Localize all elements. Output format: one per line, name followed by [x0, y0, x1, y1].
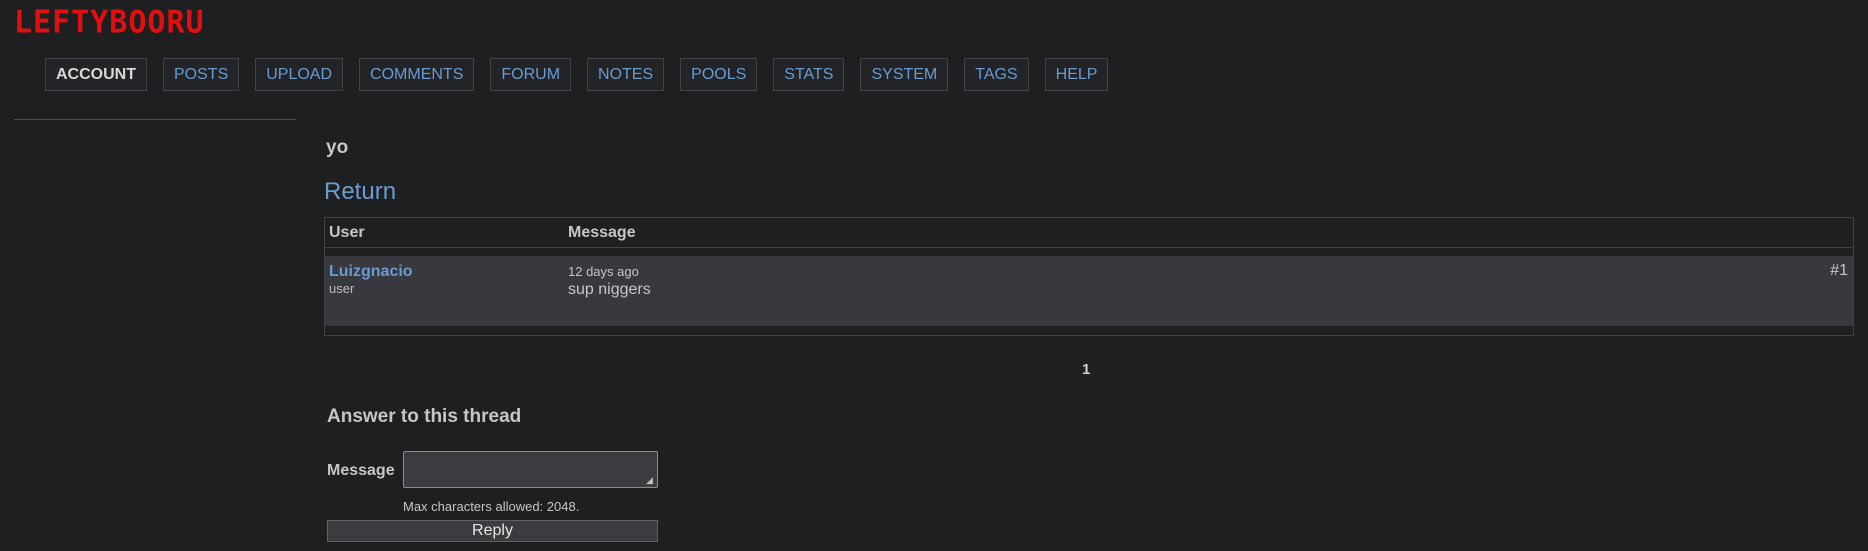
- nav-account[interactable]: ACCOUNT: [45, 58, 147, 91]
- site-logo[interactable]: LEFTYBOORU: [14, 5, 205, 41]
- nav-system[interactable]: SYSTEM: [860, 58, 949, 91]
- nav-help[interactable]: HELP: [1044, 58, 1109, 91]
- table-header: User Message: [325, 218, 1853, 248]
- nav-posts[interactable]: POSTS: [163, 58, 240, 91]
- main-nav: ACCOUNT POSTS UPLOAD COMMENTS FORUM NOTE…: [45, 58, 1109, 91]
- message-label: Message: [327, 462, 395, 479]
- post-message: sup niggers: [568, 281, 651, 298]
- post-number[interactable]: #1: [1830, 262, 1848, 280]
- posts-table: User Message Luizgnacio user 12 days ago…: [324, 217, 1854, 336]
- post-author-role: user: [329, 281, 355, 296]
- nav-forum[interactable]: FORUM: [490, 58, 572, 91]
- pagination-current-page[interactable]: 1: [1082, 361, 1090, 378]
- nav-stats[interactable]: STATS: [773, 58, 845, 91]
- return-link[interactable]: Return: [324, 178, 396, 206]
- sidebar-divider: [14, 119, 296, 120]
- nav-notes[interactable]: NOTES: [587, 58, 665, 91]
- nav-tags[interactable]: TAGS: [964, 58, 1029, 91]
- column-header-message: Message: [568, 224, 636, 241]
- post-date: 12 days ago: [568, 264, 639, 279]
- nav-comments[interactable]: COMMENTS: [359, 58, 475, 91]
- nav-pools[interactable]: POOLS: [680, 58, 758, 91]
- post-author-link[interactable]: Luizgnacio: [329, 263, 413, 281]
- message-textarea[interactable]: ◢: [403, 451, 658, 488]
- table-row: Luizgnacio user 12 days ago sup niggers …: [325, 256, 1853, 326]
- nav-upload[interactable]: UPLOAD: [255, 58, 344, 91]
- thread-title: yo: [326, 137, 349, 158]
- reply-heading: Answer to this thread: [327, 406, 522, 427]
- column-header-user: User: [329, 224, 365, 241]
- max-chars-note: Max characters allowed: 2048.: [403, 499, 580, 514]
- reply-button[interactable]: Reply: [327, 520, 658, 542]
- resize-handle-icon[interactable]: ◢: [646, 476, 655, 485]
